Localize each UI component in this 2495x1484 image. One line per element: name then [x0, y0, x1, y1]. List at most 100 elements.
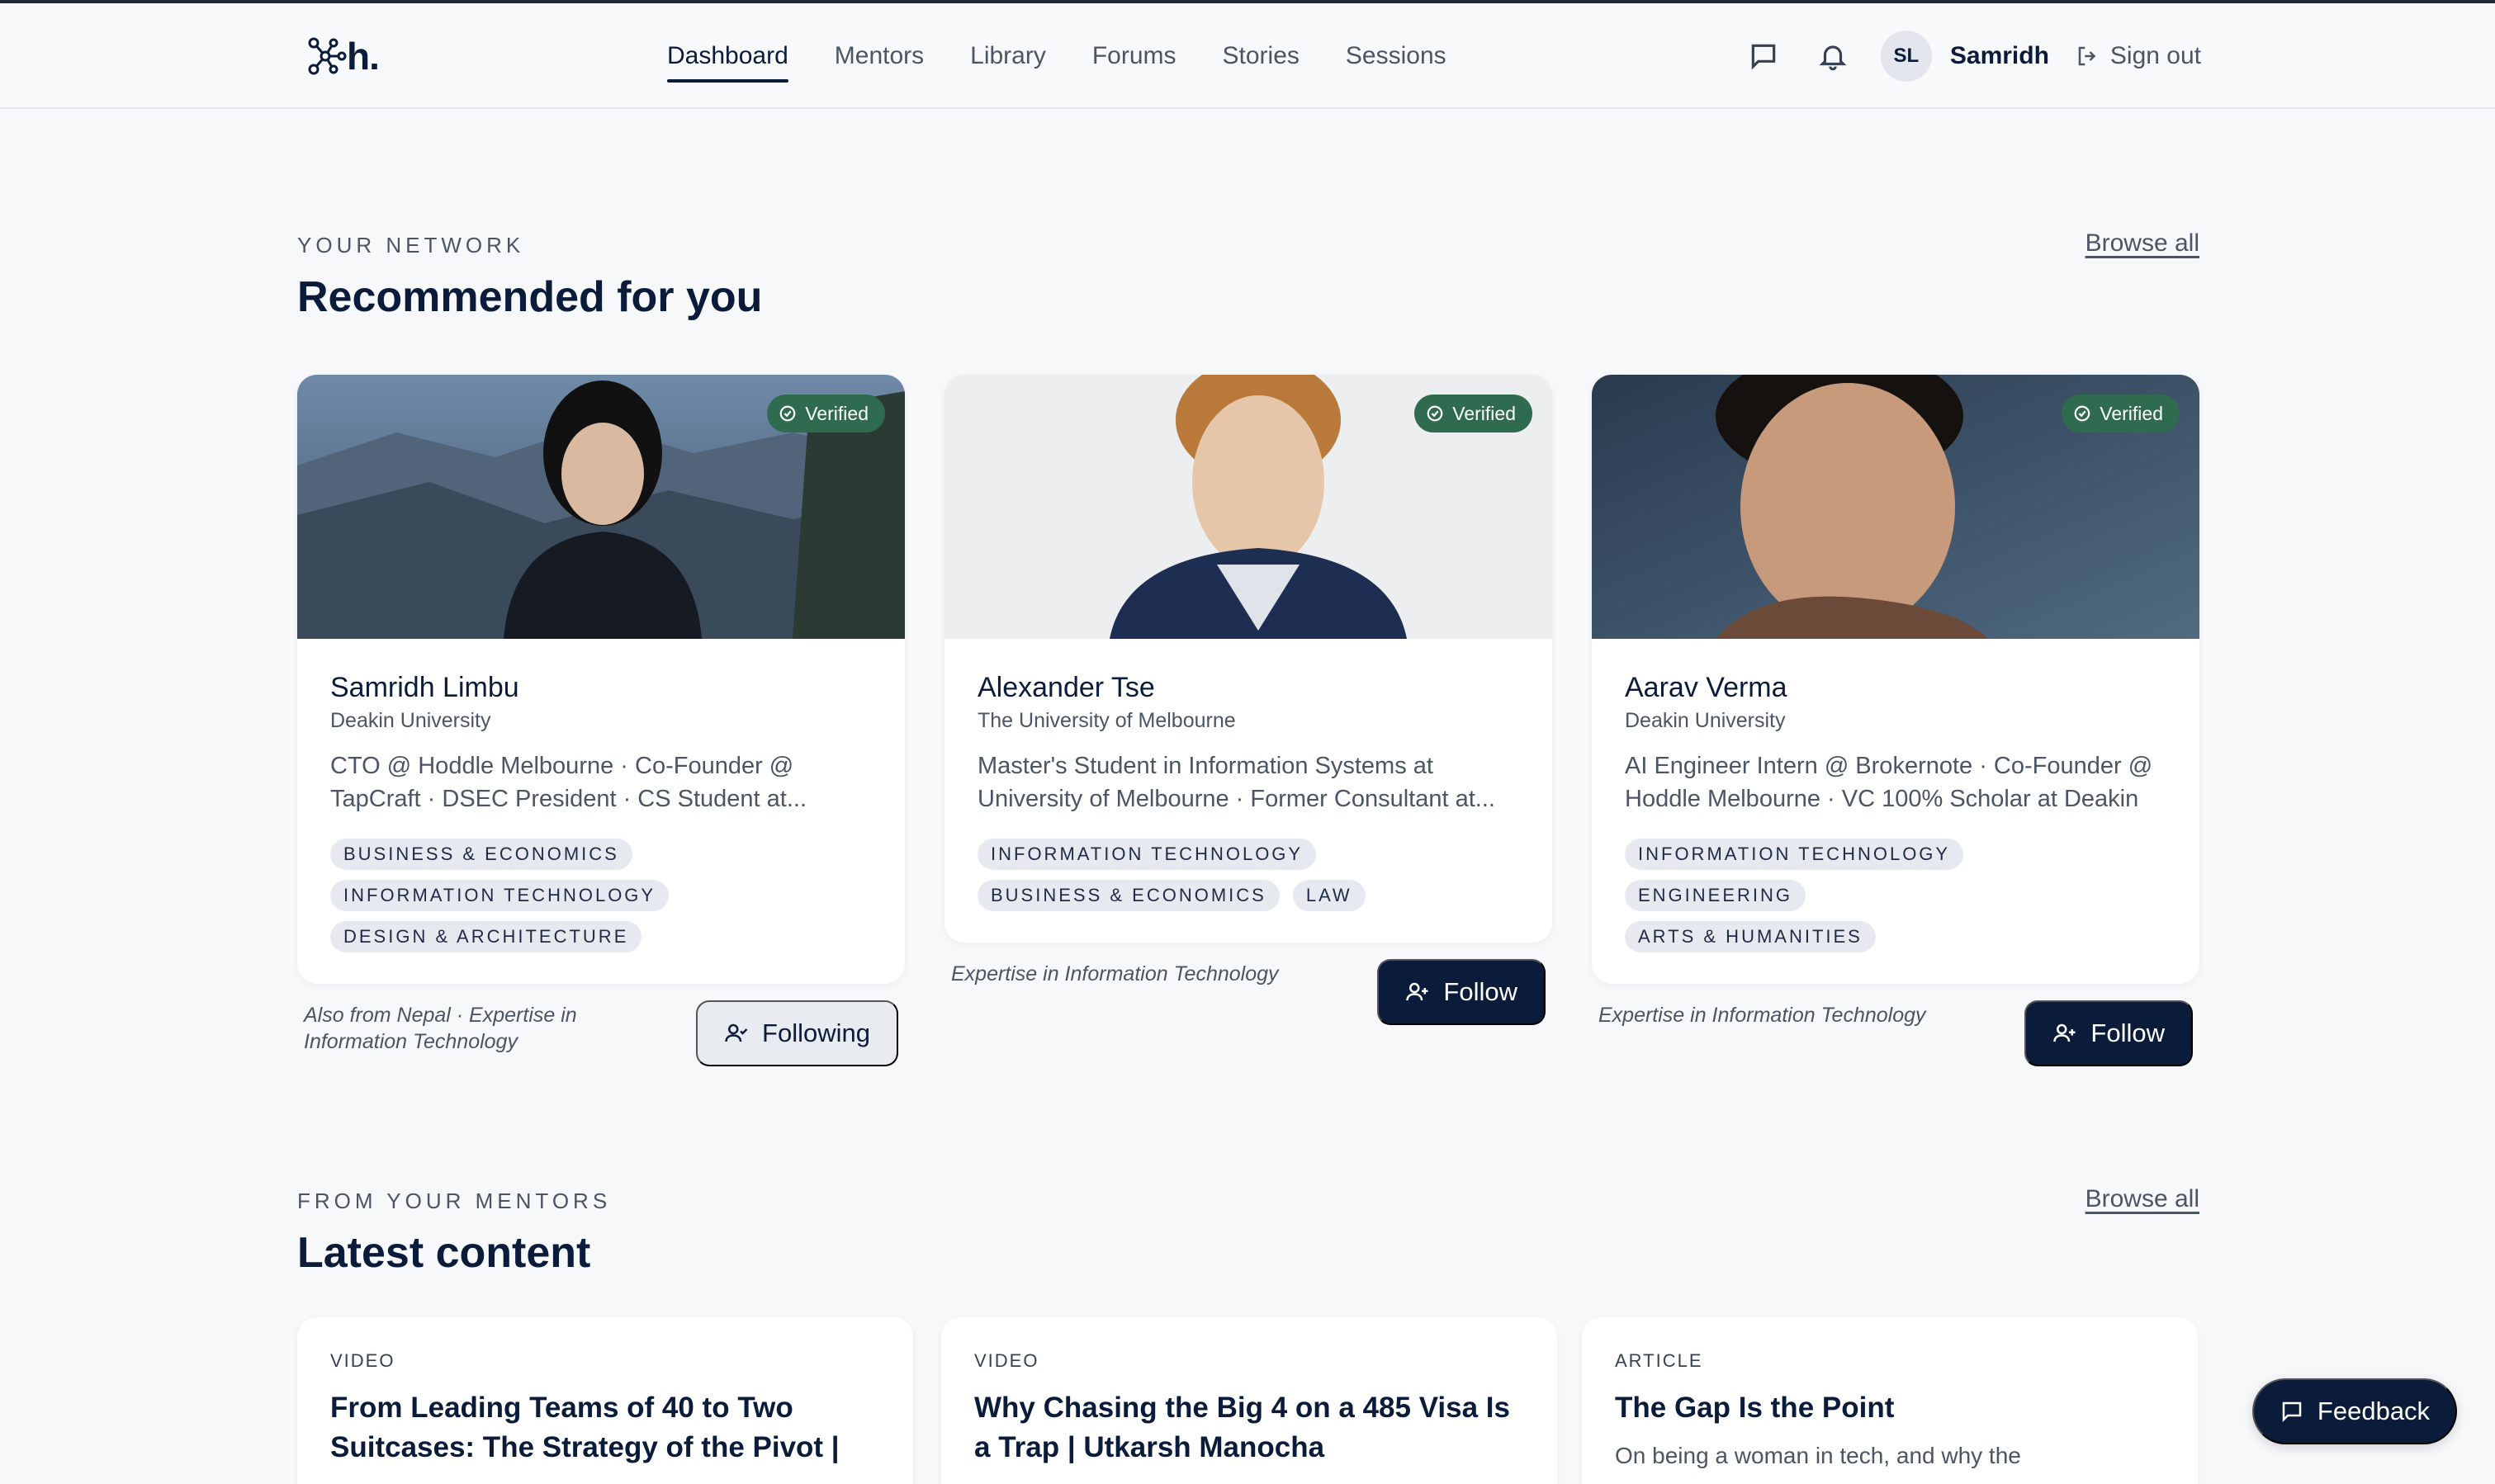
- tag: ENGINEERING: [1625, 880, 1806, 911]
- mentor-card-footer: Also from Nepal · Expertise in Informati…: [297, 984, 905, 1066]
- network-title: Recommended for you: [297, 273, 763, 321]
- mentor-university: The University of Melbourne: [978, 709, 1236, 732]
- mentor-card-body: Verified Samridh Limbu Deakin University…: [297, 375, 905, 984]
- mentor-photo: Verified: [1592, 375, 2199, 639]
- mentor-bio: CTO @ Hoddle Melbourne · Co-Founder @ Ta…: [330, 753, 807, 812]
- mentor-name[interactable]: Alexander Tse: [978, 672, 1519, 704]
- tag: ARTS & HUMANITIES: [1625, 921, 1876, 952]
- sign-out-icon: [2078, 46, 2096, 66]
- follow-label: Follow: [1443, 977, 1517, 1006]
- following-button[interactable]: Following: [696, 1000, 898, 1066]
- content-title-text[interactable]: Why Chasing the Big 4 on a 485 Visa Is a…: [974, 1388, 1524, 1467]
- mentor-card[interactable]: Verified Alexander Tse The University of…: [945, 375, 1552, 1025]
- follow-label: Follow: [2090, 1018, 2165, 1047]
- following-label: Following: [762, 1018, 870, 1047]
- molecule-logo-icon: [308, 37, 347, 75]
- nav-link-sessions[interactable]: Sessions: [1346, 3, 1446, 109]
- check-circle-icon: [1427, 405, 1443, 422]
- mentor-tags-row-2: BUSINESS & ECONOMICS LAW: [978, 880, 1519, 911]
- messages-button[interactable]: [1739, 31, 1788, 81]
- verified-label: Verified: [1452, 402, 1516, 424]
- check-circle-icon: [2074, 405, 2090, 422]
- mentor-tags-row-2: INFORMATION TECHNOLOGY: [330, 880, 872, 921]
- nav-link-forums[interactable]: Forums: [1092, 3, 1176, 109]
- mentor-info: Aarav Verma Deakin University AI Enginee…: [1592, 639, 2199, 984]
- tag: DESIGN & ARCHITECTURE: [330, 921, 642, 952]
- mentor-card-body: Verified Aarav Verma Deakin University A…: [1592, 375, 2199, 984]
- user-plus-icon: [2053, 1023, 2076, 1042]
- content-title-text[interactable]: The Gap Is the Point: [1615, 1388, 2165, 1428]
- mentor-info: Alexander Tse The University of Melbourn…: [945, 639, 1552, 943]
- tag: INFORMATION TECHNOLOGY: [978, 839, 1317, 870]
- user-check-icon: [725, 1023, 748, 1042]
- top-nav: h. Dashboard Mentors Library Forums Stor…: [0, 3, 2495, 109]
- tag: BUSINESS & ECONOMICS: [330, 839, 632, 870]
- nav-link-dashboard[interactable]: Dashboard: [667, 3, 788, 109]
- message-icon: [2282, 1401, 2302, 1423]
- mentor-bio: AI Engineer Intern @ Brokernote · Co-Fou…: [1625, 753, 2153, 812]
- notifications-button[interactable]: [1808, 31, 1858, 81]
- mentor-card-footer: Expertise in Information Technology Foll…: [1592, 984, 2199, 1066]
- main-nav-links: Dashboard Mentors Library Forums Stories…: [667, 3, 1493, 109]
- mentor-tags: INFORMATION TECHNOLOGY ENGINEERING: [1625, 839, 2166, 921]
- recommendation-reason: Expertise in Information Technology: [951, 962, 1279, 985]
- mentor-photo: Verified: [297, 375, 905, 639]
- content-type-label: VIDEO: [330, 1350, 395, 1371]
- content-type-label: ARTICLE: [1615, 1350, 1703, 1371]
- nav-link-mentors[interactable]: Mentors: [835, 3, 924, 109]
- user-plus-icon: [1406, 982, 1428, 1001]
- brand-logo[interactable]: h.: [305, 33, 381, 79]
- mentor-name[interactable]: Samridh Limbu: [330, 672, 872, 704]
- content-card[interactable]: VIDEO Why Chasing the Big 4 on a 485 Vis…: [941, 1317, 1557, 1484]
- mentor-name[interactable]: Aarav Verma: [1625, 672, 2166, 704]
- tag: BUSINESS & ECONOMICS: [978, 880, 1280, 911]
- nav-link-library[interactable]: Library: [970, 3, 1046, 109]
- recommendation-reason: Also from Nepal · Expertise in Informati…: [304, 1004, 577, 1053]
- content-description: On being a woman in tech, and why the: [1615, 1443, 2021, 1468]
- feedback-label: Feedback: [2317, 1397, 2431, 1425]
- verified-badge: Verified: [2062, 395, 2180, 432]
- content-eyebrow: FROM YOUR MENTORS: [297, 1189, 612, 1213]
- follow-button[interactable]: Follow: [1377, 959, 1546, 1025]
- content-browse-all-link[interactable]: Browse all: [2085, 1185, 2199, 1213]
- mentor-university: Deakin University: [330, 709, 491, 732]
- mentor-photo: Verified: [945, 375, 1552, 639]
- mentor-tags-row-2: ARTS & HUMANITIES: [1625, 921, 2166, 952]
- content-type-label: VIDEO: [974, 1350, 1039, 1371]
- mentor-card-body: Verified Alexander Tse The University of…: [945, 375, 1552, 943]
- username[interactable]: Samridh: [1950, 42, 2049, 70]
- content-title-text[interactable]: From Leading Teams of 40 to Two Suitcase…: [330, 1388, 880, 1467]
- nav-link-stories[interactable]: Stories: [1223, 3, 1300, 109]
- signout-button[interactable]: Sign out: [2076, 42, 2201, 70]
- check-circle-icon: [779, 405, 796, 422]
- mentor-card-footer: Expertise in Information Technology Foll…: [945, 943, 1552, 1025]
- mentor-card[interactable]: Verified Aarav Verma Deakin University A…: [1592, 375, 2199, 1066]
- verified-badge: Verified: [1414, 395, 1532, 432]
- tag: LAW: [1292, 880, 1366, 911]
- brand-text: h.: [347, 35, 380, 78]
- mentor-tags: BUSINESS & ECONOMICS: [330, 839, 872, 880]
- mentor-tags: INFORMATION TECHNOLOGY: [978, 839, 1519, 880]
- network-eyebrow: YOUR NETWORK: [297, 233, 525, 258]
- feedback-button[interactable]: Feedback: [2252, 1378, 2457, 1444]
- mentor-university: Deakin University: [1625, 709, 1786, 732]
- verified-badge: Verified: [767, 395, 885, 432]
- nav-user-area: SL Samridh Sign out: [1739, 3, 2201, 109]
- verified-label: Verified: [2100, 402, 2163, 424]
- follow-button[interactable]: Follow: [2024, 1000, 2193, 1066]
- tag: INFORMATION TECHNOLOGY: [330, 880, 670, 911]
- mentor-tags-row-3: DESIGN & ARCHITECTURE: [330, 921, 872, 952]
- message-icon: [1751, 44, 1776, 70]
- content-card[interactable]: ARTICLE The Gap Is the Point On being a …: [1582, 1317, 2198, 1484]
- avatar[interactable]: SL: [1880, 31, 1932, 82]
- mentor-bio: Master's Student in Information Systems …: [978, 753, 1495, 812]
- signout-label: Sign out: [2109, 42, 2201, 69]
- tag: INFORMATION TECHNOLOGY: [1625, 839, 1964, 870]
- bell-icon: [1819, 45, 1847, 71]
- verified-label: Verified: [805, 402, 869, 424]
- network-browse-all-link[interactable]: Browse all: [2085, 229, 2199, 258]
- content-title: Latest content: [297, 1229, 591, 1277]
- content-card[interactable]: VIDEO From Leading Teams of 40 to Two Su…: [297, 1317, 913, 1484]
- mentor-info: Samridh Limbu Deakin University CTO @ Ho…: [297, 639, 905, 984]
- mentor-card[interactable]: Verified Samridh Limbu Deakin University…: [297, 375, 905, 1066]
